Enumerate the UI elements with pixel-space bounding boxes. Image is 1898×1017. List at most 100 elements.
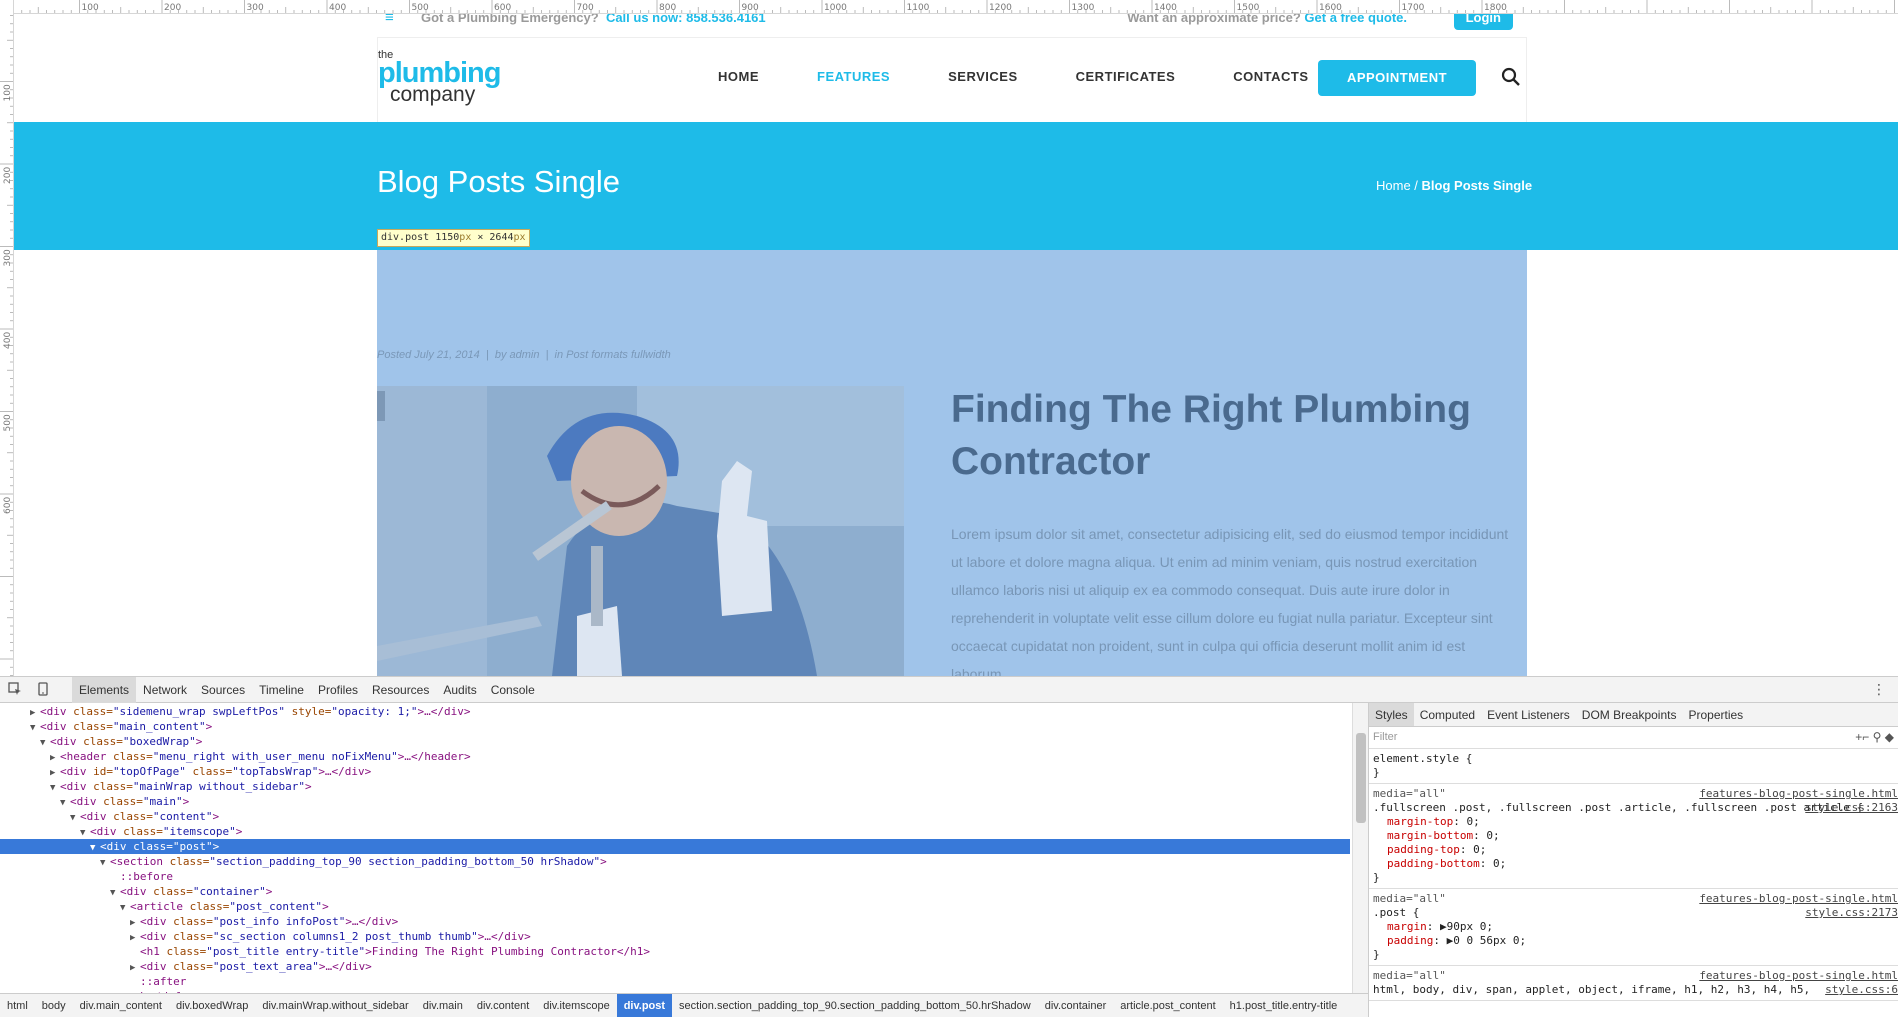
dom-attr-value: "topOfPage"	[113, 765, 186, 778]
tab-network[interactable]: Network	[136, 677, 194, 703]
css-property[interactable]: padding-bottom: 0;	[1373, 857, 1894, 871]
dom-attr-name: class=	[162, 855, 210, 868]
tab-sources[interactable]: Sources	[194, 677, 252, 703]
tab-styles[interactable]: Styles	[1369, 703, 1414, 726]
dom-node[interactable]: ::before	[0, 869, 173, 884]
dom-attr-name: class=	[126, 840, 173, 853]
dom-node[interactable]: ▼ <div class="mainWrap without_sidebar">	[0, 779, 312, 794]
dom-breadcrumb-item[interactable]: div.mainWrap.without_sidebar	[255, 994, 415, 1017]
search-icon[interactable]	[1501, 67, 1521, 87]
dom-tag: <div	[80, 810, 107, 823]
rule3-stylesheet-link[interactable]: style.css:6	[1825, 983, 1898, 997]
dom-node[interactable]: ▶ <div class="sc_section columns1_2 post_…	[0, 929, 531, 944]
appointment-button[interactable]: APPOINTMENT	[1318, 60, 1476, 96]
inspect-element-icon[interactable]	[8, 682, 22, 696]
tab-dom-breakpoints[interactable]: DOM Breakpoints	[1576, 703, 1683, 726]
new-style-rule-icon[interactable]: +⌐ ⚲ ◆	[1855, 730, 1894, 744]
rule1-source-link[interactable]: features-blog-post-single.html	[1699, 787, 1898, 801]
ruler-label: 1300	[1072, 3, 1095, 13]
dom-tag-close: >	[322, 900, 329, 913]
dom-tag: <header	[60, 750, 107, 763]
dom-breadcrumb-item[interactable]: h1.post_title.entry-title	[1223, 994, 1345, 1017]
dom-node[interactable]: ▶ <div class="post_info infoPost">…</div>	[0, 914, 398, 929]
dom-attr-value: "main"	[142, 795, 183, 808]
tab-elements[interactable]: Elements	[72, 677, 137, 703]
dom-attr-name: class=	[66, 705, 113, 718]
css-property[interactable]: margin-bottom: 0;	[1373, 829, 1894, 843]
dom-tag: <h1	[140, 945, 160, 958]
css-property[interactable]: padding: ▶0 0 56px 0;	[1373, 934, 1894, 948]
ruler-label: 200	[3, 167, 13, 184]
dom-node[interactable]: ▶ <header class="menu_right with_user_men…	[0, 749, 471, 764]
dom-node[interactable]: ▼ <section class="section_padding_top_90 …	[0, 854, 607, 869]
site-logo[interactable]: the plumbing company	[378, 50, 501, 106]
css-property[interactable]: padding-top: 0;	[1373, 843, 1894, 857]
css-property-name: margin-top	[1387, 815, 1454, 828]
dom-tag-close: >	[212, 810, 220, 823]
tab-console[interactable]: Console	[484, 677, 542, 703]
tab-timeline[interactable]: Timeline	[252, 677, 311, 703]
css-rule-fullscreen: media="all" features-blog-post-single.htm…	[1369, 784, 1898, 889]
dom-node[interactable]: ▼ <div class="container">	[0, 884, 272, 899]
css-property[interactable]: margin-top: 0;	[1373, 815, 1894, 829]
tab-resources[interactable]: Resources	[365, 677, 436, 703]
dom-breadcrumb-item[interactable]: section.section_padding_top_90.section_p…	[672, 994, 1038, 1017]
ruler-top-ticks: 100 200 300 400 500 600 700 800 900 1000 1100 1200 1…	[21, 0, 1895, 13]
dom-tag-close: >	[305, 780, 312, 793]
dom-pseudo: ::before	[120, 870, 173, 883]
rule1-stylesheet-link[interactable]: style.css:2163	[1805, 801, 1898, 815]
css-property[interactable]: margin: ▶90px 0;	[1373, 920, 1894, 934]
dom-node[interactable]: ▶ <div class="sidemenu_wrap swpLeftPos" s…	[0, 704, 470, 719]
elements-tree[interactable]: ▶ <div class="sidemenu_wrap swpLeftPos" s…	[0, 703, 1352, 993]
dom-node[interactable]: ▼ <article class="post_content">	[0, 899, 329, 914]
dom-attr-name: class=	[116, 825, 163, 838]
dom-breadcrumb-item[interactable]: article.post_content	[1113, 994, 1222, 1017]
dom-breadcrumb-item[interactable]: html	[0, 994, 35, 1017]
dom-node[interactable]: ▼ <div class="main">	[0, 794, 189, 809]
element-style-close: }	[1373, 766, 1380, 779]
tab-audits[interactable]: Audits	[436, 677, 483, 703]
tab-properties[interactable]: Properties	[1682, 703, 1749, 726]
dom-node[interactable]: <h1 class="post_title entry-title">Findi…	[0, 944, 650, 959]
nav-features[interactable]: FEATURES	[817, 69, 890, 84]
nav-services[interactable]: SERVICES	[948, 69, 1018, 84]
dom-breadcrumb-item[interactable]: div.boxedWrap	[169, 994, 255, 1017]
dom-breadcrumb-item[interactable]: div.itemscope	[536, 994, 616, 1017]
dom-node[interactable]: ▶ <div id="topOfPage" class="topTabsWrap"…	[0, 764, 371, 779]
rule3-selector: html, body, div, span, applet, object, i…	[1373, 983, 1811, 996]
more-options-icon[interactable]: ⋮	[1872, 681, 1886, 698]
dom-breadcrumb-item[interactable]: div.main	[416, 994, 470, 1017]
tab-computed[interactable]: Computed	[1414, 703, 1481, 726]
elements-scrollbar[interactable]	[1352, 703, 1368, 993]
dom-breadcrumb-item[interactable]: body	[35, 994, 73, 1017]
dom-breadcrumb-item[interactable]: div.container	[1038, 994, 1114, 1017]
dom-node[interactable]: ▼ <div class="post">	[0, 839, 1350, 854]
rule2-source-link[interactable]: features-blog-post-single.html	[1699, 892, 1898, 906]
dom-node[interactable]: ▶ <div class="post_text_area">…</div>	[0, 959, 372, 974]
rule3-source-link[interactable]: features-blog-post-single.html	[1699, 969, 1898, 983]
devtools-tabs: Elements Network Sources Timeline Profil…	[72, 677, 542, 703]
device-mode-icon[interactable]	[36, 682, 50, 696]
dom-node[interactable]: ▼ <div class="content">	[0, 809, 219, 824]
dom-tag-close: >…</div>	[477, 930, 531, 943]
scrollbar-thumb[interactable]	[1356, 733, 1366, 823]
breadcrumb-home-link[interactable]: Home	[1376, 178, 1411, 193]
nav-home[interactable]: HOME	[718, 69, 759, 84]
dom-node[interactable]: ▼ <div class="main_content">	[0, 719, 212, 734]
dom-attr-value: "sc_section columns1_2 post_thumb thumb"	[212, 930, 478, 943]
nav-certificates[interactable]: CERTIFICATES	[1076, 69, 1176, 84]
rule2-stylesheet-link[interactable]: style.css:2173	[1805, 906, 1898, 920]
dom-attr-value: "topTabsWrap"	[232, 765, 319, 778]
dom-breadcrumb-item[interactable]: div.content	[470, 994, 536, 1017]
dom-breadcrumb-item[interactable]: div.main_content	[73, 994, 169, 1017]
styles-filter[interactable]: Filter +⌐ ⚲ ◆	[1369, 727, 1898, 749]
dom-node[interactable]: ▼ <div class="itemscope">	[0, 824, 242, 839]
tab-profiles[interactable]: Profiles	[311, 677, 365, 703]
filter-input[interactable]: Filter	[1373, 731, 1397, 743]
dom-tag: <div	[140, 915, 167, 928]
dom-node[interactable]: ::after	[0, 974, 186, 989]
tab-event-listeners[interactable]: Event Listeners	[1481, 703, 1576, 726]
dom-node[interactable]: ▼ <div class="boxedWrap">	[0, 734, 202, 749]
nav-contacts[interactable]: CONTACTS	[1233, 69, 1308, 84]
dom-breadcrumb-item[interactable]: div.post	[616, 994, 673, 1017]
